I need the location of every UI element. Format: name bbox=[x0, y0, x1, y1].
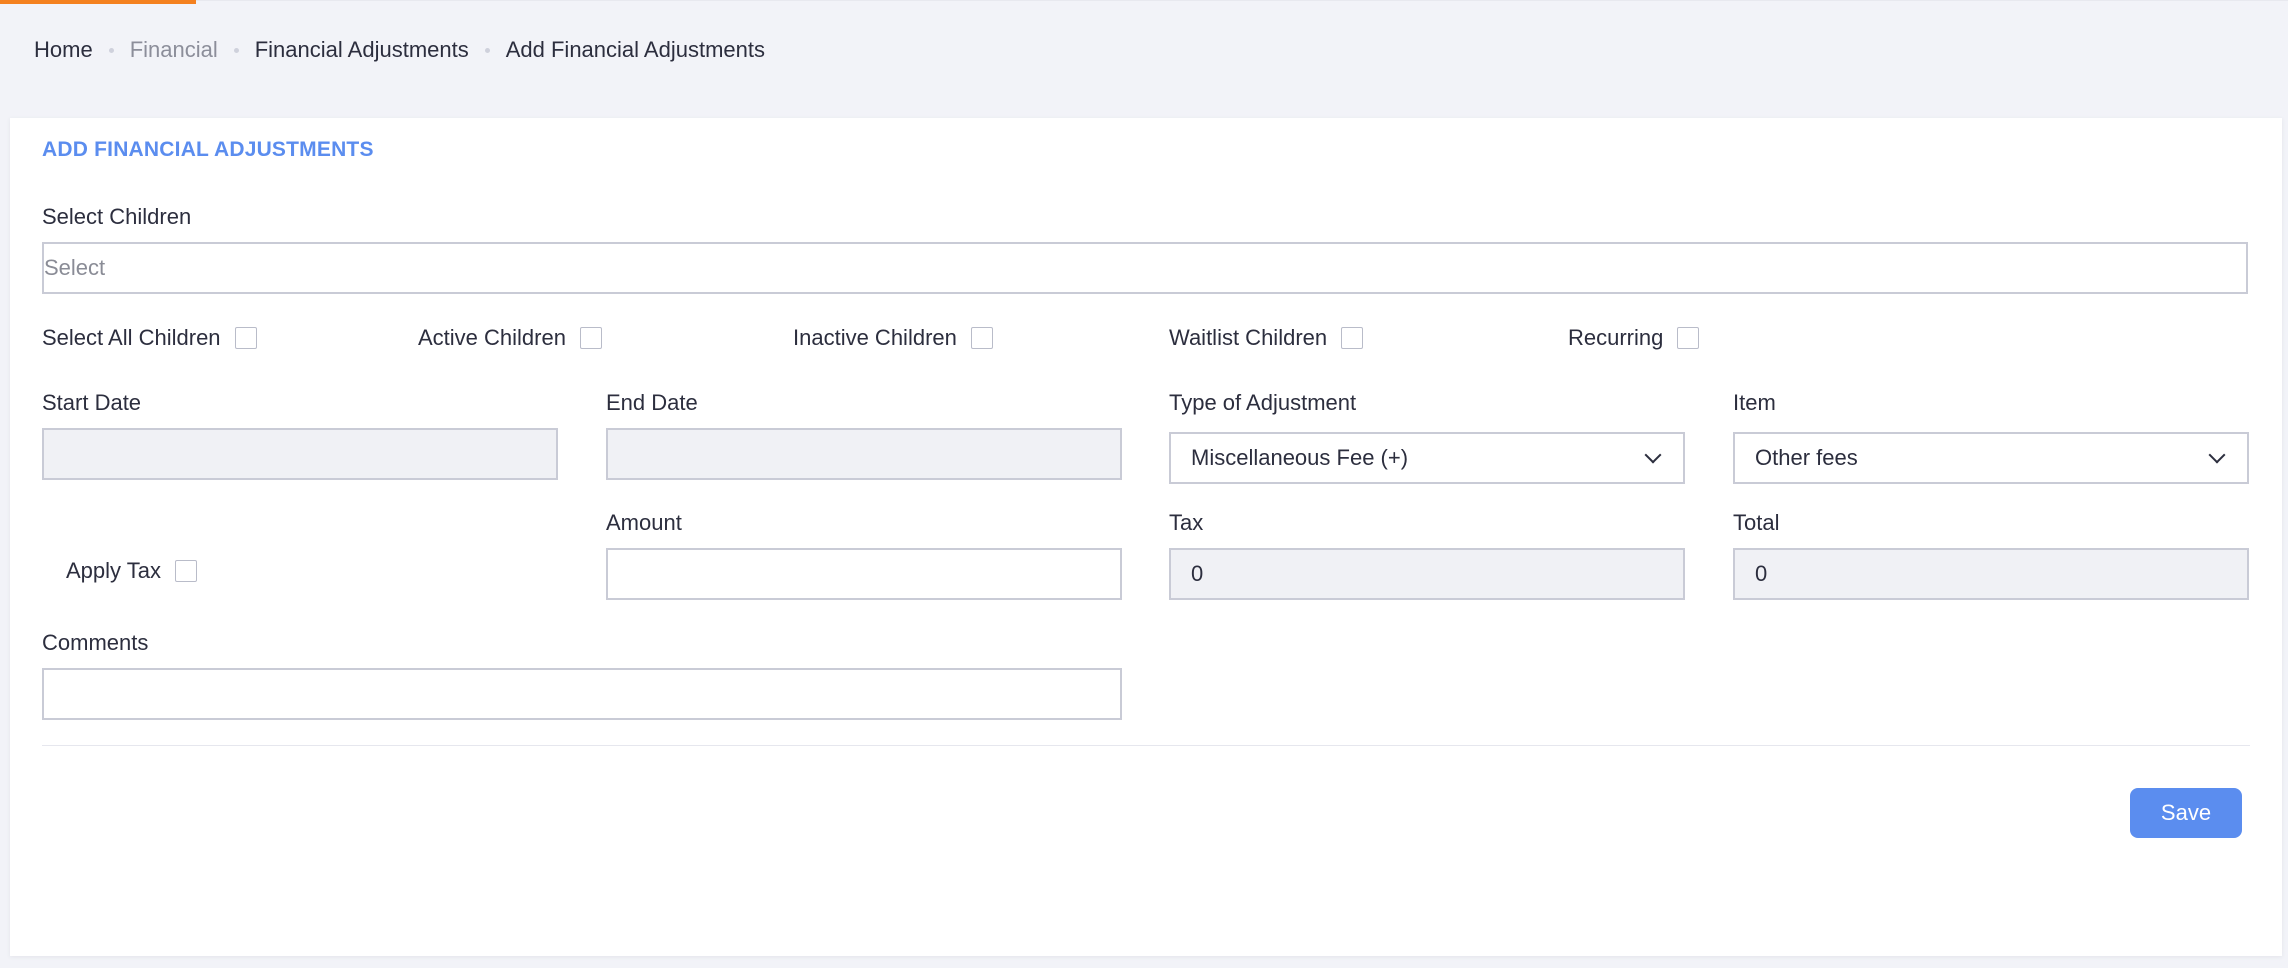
type-of-adjustment-value: Miscellaneous Fee (+) bbox=[1191, 445, 1409, 470]
select-all-children-checkbox[interactable] bbox=[234, 327, 257, 349]
type-of-adjustment-label: Type of Adjustment bbox=[1169, 390, 1357, 415]
inactive-children-label: Inactive Children bbox=[793, 325, 957, 350]
total-input[interactable]: 0 bbox=[1733, 548, 2249, 600]
item-select[interactable]: Other fees bbox=[1733, 432, 2249, 484]
type-of-adjustment-select[interactable]: Miscellaneous Fee (+) bbox=[1169, 432, 1685, 484]
chevron-down-icon bbox=[1644, 446, 1662, 464]
breadcrumb-separator bbox=[233, 47, 239, 53]
recurring-checkbox[interactable] bbox=[1677, 327, 1700, 349]
breadcrumb-separator bbox=[484, 47, 490, 53]
item-value: Other fees bbox=[1755, 445, 1858, 470]
apply-tax-label: Apply Tax bbox=[66, 558, 161, 583]
select-all-children-option: Select All Children bbox=[42, 325, 257, 351]
amount-label: Amount bbox=[606, 510, 682, 535]
select-children-input[interactable]: Select bbox=[42, 242, 2248, 294]
apply-tax-option: Apply Tax bbox=[66, 558, 197, 584]
item-label: Item bbox=[1733, 390, 1776, 415]
breadcrumb: Home Financial Financial Adjustments Add… bbox=[34, 36, 765, 64]
select-all-children-label: Select All Children bbox=[42, 325, 221, 350]
active-children-option: Active Children bbox=[418, 325, 602, 351]
topbar-border bbox=[0, 0, 2288, 1]
inactive-children-checkbox[interactable] bbox=[970, 327, 993, 349]
tax-value: 0 bbox=[1191, 561, 1204, 586]
form-title: ADD FINANCIAL ADJUSTMENTS bbox=[42, 138, 374, 161]
adjustment-form-card: ADD FINANCIAL ADJUSTMENTS Select Childre… bbox=[10, 118, 2282, 956]
chevron-down-icon bbox=[2208, 446, 2226, 464]
start-date-input[interactable] bbox=[42, 428, 558, 480]
apply-tax-checkbox[interactable] bbox=[174, 560, 197, 582]
loading-accent-bar bbox=[0, 0, 196, 4]
waitlist-children-checkbox[interactable] bbox=[1341, 327, 1364, 349]
inactive-children-option: Inactive Children bbox=[793, 325, 993, 351]
breadcrumb-financial-adjustments[interactable]: Financial Adjustments bbox=[255, 37, 469, 63]
waitlist-children-label: Waitlist Children bbox=[1169, 325, 1328, 350]
select-children-label: Select Children bbox=[42, 204, 192, 229]
breadcrumb-current: Add Financial Adjustments bbox=[505, 37, 765, 62]
breadcrumb-separator bbox=[108, 47, 114, 53]
active-children-label: Active Children bbox=[418, 325, 566, 350]
form-divider bbox=[42, 745, 2250, 746]
amount-input[interactable] bbox=[606, 548, 1122, 600]
total-label: Total bbox=[1733, 510, 1780, 535]
select-children-placeholder: Select bbox=[44, 255, 106, 280]
recurring-label: Recurring bbox=[1568, 325, 1664, 350]
end-date-label: End Date bbox=[606, 390, 698, 415]
active-children-checkbox[interactable] bbox=[579, 327, 602, 349]
tax-label: Tax bbox=[1169, 510, 1204, 535]
breadcrumb-financial[interactable]: Financial bbox=[130, 37, 218, 63]
comments-label: Comments bbox=[42, 630, 149, 655]
comments-input[interactable] bbox=[42, 668, 1122, 720]
save-button[interactable]: Save bbox=[2130, 788, 2242, 838]
start-date-label: Start Date bbox=[42, 390, 142, 415]
tax-input[interactable]: 0 bbox=[1169, 548, 1685, 600]
waitlist-children-option: Waitlist Children bbox=[1169, 325, 1364, 351]
breadcrumb-home[interactable]: Home bbox=[34, 37, 93, 63]
recurring-option: Recurring bbox=[1568, 325, 1700, 351]
total-value: 0 bbox=[1755, 561, 1768, 586]
end-date-input[interactable] bbox=[606, 428, 1122, 480]
